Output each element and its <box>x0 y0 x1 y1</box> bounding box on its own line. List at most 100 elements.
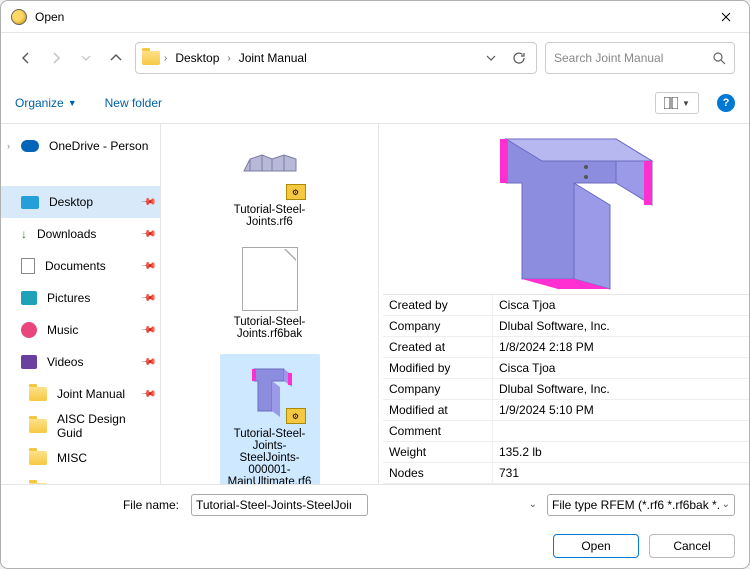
folder-icon <box>29 387 47 401</box>
pin-icon: 📌 <box>139 226 156 243</box>
forward-button[interactable] <box>45 47 67 69</box>
preview-panel: Created byCisca Tjoa CompanyDlubal Softw… <box>379 124 749 484</box>
search-placeholder: Search Joint Manual <box>554 51 663 65</box>
view-mode-button[interactable]: ▼ <box>655 92 699 114</box>
document-icon <box>21 258 35 274</box>
meta-row: CompanyDlubal Software, Inc. <box>383 379 749 400</box>
chevron-down-icon: ⌄ <box>719 499 730 510</box>
cancel-button[interactable]: Cancel <box>649 534 735 558</box>
file-thumbnail: ⚙ <box>230 134 310 200</box>
pin-icon: 📌 <box>139 290 156 307</box>
folder-icon <box>29 451 47 465</box>
meta-row: Created at1/8/2024 2:18 PM <box>383 337 749 358</box>
file-thumbnail: ⚙ <box>230 358 310 424</box>
download-icon: ↓ <box>21 227 27 241</box>
meta-row: Weight135.2 lb <box>383 442 749 463</box>
preview-image <box>383 124 749 294</box>
meta-row: Comment <box>383 421 749 442</box>
open-dialog: Open › Desktop › Joint Manual <box>0 0 750 569</box>
file-thumbnail <box>230 246 310 312</box>
help-button[interactable]: ? <box>717 94 735 112</box>
title-bar: Open <box>1 1 749 33</box>
pin-icon: 📌 <box>139 194 156 211</box>
pin-icon: 📌 <box>139 386 156 403</box>
back-button[interactable] <box>15 47 37 69</box>
preview-metadata: Created byCisca Tjoa CompanyDlubal Softw… <box>383 294 749 484</box>
new-folder-button[interactable]: New folder <box>105 96 162 110</box>
folder-icon <box>142 51 160 65</box>
body: › OneDrive - Person Desktop 📌 ↓ Download… <box>1 123 749 484</box>
music-icon <box>21 322 37 338</box>
file-item-selected[interactable]: ⚙ Tutorial-Steel-Joints-SteelJoints-0000… <box>220 354 320 484</box>
breadcrumb-jointmanual[interactable]: Joint Manual <box>235 51 311 65</box>
file-item[interactable]: Tutorial-Steel-Joints.rf6bak <box>220 242 320 344</box>
filename-row: File name: ⌄ File type RFEM (*.rf6 *.rf6… <box>1 484 749 524</box>
button-row: Open Cancel <box>1 524 749 568</box>
tree-item-misc[interactable]: MISC <box>1 442 160 474</box>
tree-panel: › OneDrive - Person Desktop 📌 ↓ Download… <box>1 124 161 484</box>
videos-icon <box>21 355 37 369</box>
chevron-right-icon: › <box>7 141 10 151</box>
search-icon <box>712 51 726 65</box>
tree-item-pictures[interactable]: Pictures 📌 <box>1 282 160 314</box>
tree-item-models[interactable]: MODELS <box>1 474 160 484</box>
meta-row: Nodes731 <box>383 463 749 484</box>
folder-icon <box>29 483 47 484</box>
breadcrumb-sep: › <box>227 53 230 64</box>
blank-file-icon <box>242 247 298 311</box>
file-list: ⚙ Tutorial-Steel-Joints.rf6 Tutorial-Ste… <box>161 124 379 484</box>
file-label: Tutorial-Steel-Joints-SteelJoints-000001… <box>228 428 312 484</box>
address-bar[interactable]: › Desktop › Joint Manual <box>135 42 537 74</box>
chevron-down-icon: ▼ <box>682 99 690 108</box>
pin-icon: 📌 <box>139 258 156 275</box>
open-button[interactable]: Open <box>553 534 639 558</box>
pin-icon: 📌 <box>139 354 156 371</box>
toolbar: Organize ▼ New folder ▼ ? <box>1 83 749 123</box>
organize-button[interactable]: Organize ▼ <box>15 96 77 110</box>
meta-row: Created byCisca Tjoa <box>383 295 749 316</box>
close-button[interactable] <box>703 1 749 33</box>
chevron-down-icon <box>81 53 91 63</box>
tree-item-videos[interactable]: Videos 📌 <box>1 346 160 378</box>
filename-input[interactable] <box>191 494 368 516</box>
app-icon <box>11 9 27 25</box>
arrow-up-icon <box>109 51 123 65</box>
breadcrumb-desktop[interactable]: Desktop <box>171 51 223 65</box>
file-label: Tutorial-Steel-Joints.rf6bak <box>234 316 306 340</box>
tree-item-aisc[interactable]: AISC Design Guid <box>1 410 160 442</box>
chevron-down-icon[interactable]: ⌄ <box>526 499 537 510</box>
pictures-icon <box>21 291 37 305</box>
tree-item-joint-manual[interactable]: Joint Manual 📌 <box>1 378 160 410</box>
search-box[interactable]: Search Joint Manual <box>545 42 735 74</box>
file-label: Tutorial-Steel-Joints.rf6 <box>234 204 306 228</box>
arrow-right-icon <box>49 51 63 65</box>
rfem-badge-icon: ⚙ <box>286 408 306 424</box>
filename-label: File name: <box>15 498 185 512</box>
tree-item-downloads[interactable]: ↓ Downloads 📌 <box>1 218 160 250</box>
tree-item-music[interactable]: Music 📌 <box>1 314 160 346</box>
chevron-down-icon[interactable] <box>486 53 496 63</box>
meta-row: Modified byCisca Tjoa <box>383 358 749 379</box>
view-icon <box>664 97 678 109</box>
desktop-icon <box>21 196 39 209</box>
up-button[interactable] <box>105 47 127 69</box>
arrow-left-icon <box>19 51 33 65</box>
pin-icon: 📌 <box>139 322 156 339</box>
folder-icon <box>29 419 47 433</box>
window-title: Open <box>35 10 703 24</box>
file-item[interactable]: ⚙ Tutorial-Steel-Joints.rf6 <box>220 130 320 232</box>
recent-button[interactable] <box>75 47 97 69</box>
rfem-badge-icon: ⚙ <box>286 184 306 200</box>
chevron-down-icon: ▼ <box>68 98 77 108</box>
nav-row: › Desktop › Joint Manual Search Joint Ma… <box>1 33 749 83</box>
tree-item-desktop[interactable]: Desktop 📌 <box>1 186 160 218</box>
close-icon <box>721 12 731 22</box>
onedrive-icon <box>21 140 39 152</box>
tree-item-onedrive[interactable]: › OneDrive - Person <box>1 130 160 162</box>
file-type-select[interactable]: File type RFEM (*.rf6 *.rf6bak *.r ⌄ <box>547 494 735 516</box>
refresh-icon[interactable] <box>512 51 526 65</box>
breadcrumb-sep: › <box>164 53 167 64</box>
meta-row: Modified at1/9/2024 5:10 PM <box>383 400 749 421</box>
joint-preview-icon <box>456 124 676 299</box>
tree-item-documents[interactable]: Documents 📌 <box>1 250 160 282</box>
